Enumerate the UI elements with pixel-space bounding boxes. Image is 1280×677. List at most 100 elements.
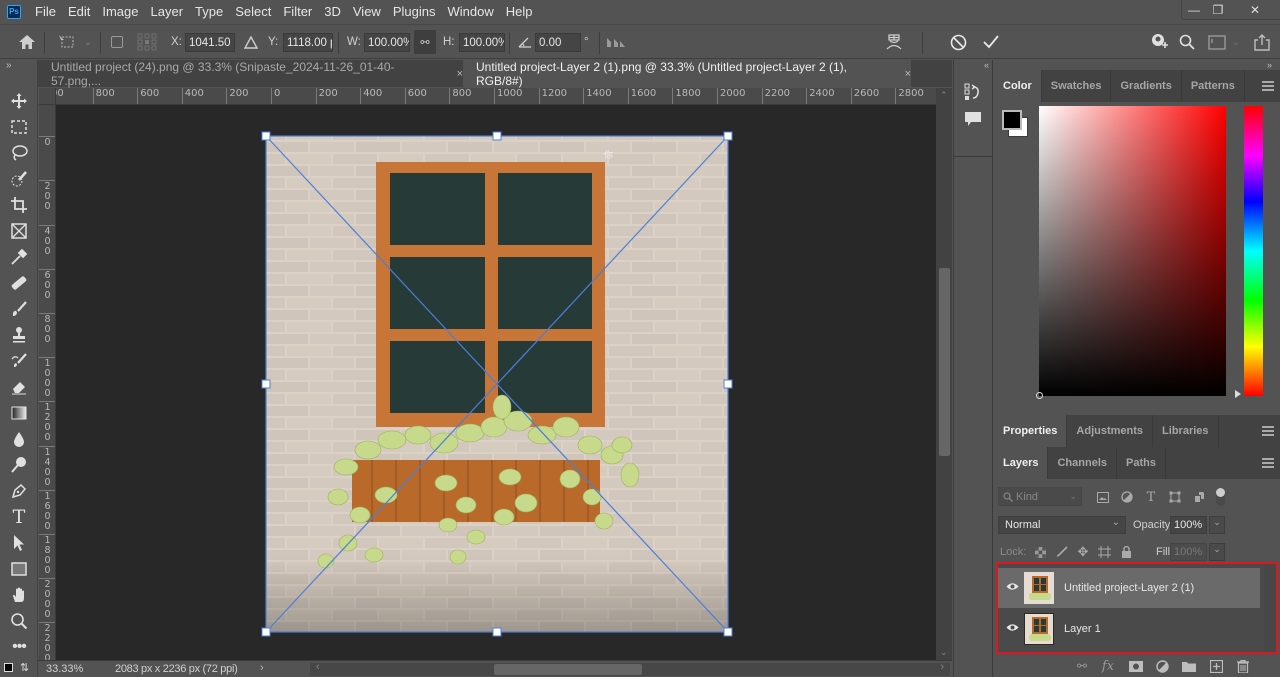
zoom-level[interactable]: 33.33% <box>46 663 83 675</box>
close-tab-icon[interactable]: × <box>905 68 911 80</box>
x-position-input[interactable]: 1041.50 p <box>185 32 235 52</box>
transform-handle-top-left[interactable] <box>261 131 271 141</box>
quick-selection-tool[interactable] <box>8 168 30 190</box>
fill-dropdown[interactable]: ⌄ <box>1209 543 1225 561</box>
tab-paths[interactable]: Paths <box>1117 447 1166 479</box>
new-group-button[interactable] <box>1180 657 1198 675</box>
menu-layer[interactable]: Layer <box>145 0 190 24</box>
healing-brush-tool[interactable] <box>8 272 30 294</box>
warp-button[interactable] <box>884 25 904 59</box>
interpolation-button[interactable] <box>606 25 626 59</box>
menu-file[interactable]: File <box>29 0 62 24</box>
tab-swatches[interactable]: Swatches <box>1042 70 1112 102</box>
close-button[interactable]: ✕ <box>1230 0 1280 20</box>
lock-position[interactable]: ✥ <box>1074 543 1092 561</box>
cancel-transform-button[interactable] <box>950 25 967 59</box>
tab-untitled-project-layer-2[interactable]: Untitled project-Layer 2 (1).png @ 33.3%… <box>463 60 911 88</box>
blend-mode-select[interactable]: Normal ⌄ <box>998 516 1126 534</box>
comments-panel-button[interactable] <box>964 111 982 130</box>
type-tool[interactable]: T <box>8 506 30 528</box>
layer-row-selected[interactable]: Untitled project-Layer 2 (1) <box>998 568 1260 608</box>
vertical-scrollbar[interactable]: ⌃ ⌄ <box>936 88 952 660</box>
menu-view[interactable]: View <box>347 0 387 24</box>
scroll-left-icon[interactable]: ‹ <box>316 661 320 673</box>
transform-handle-bottom[interactable] <box>492 627 502 637</box>
tab-gradients[interactable]: Gradients <box>1111 70 1182 102</box>
history-panel-button[interactable] <box>964 83 982 104</box>
transform-handle-left[interactable] <box>261 379 271 389</box>
tab-color[interactable]: Color <box>994 70 1042 102</box>
menu-select[interactable]: Select <box>229 0 277 24</box>
search-button[interactable] <box>1179 25 1195 59</box>
vertical-scroll-thumb[interactable] <box>939 268 950 456</box>
status-menu-arrow[interactable]: › <box>260 662 264 674</box>
gradient-tool[interactable] <box>8 402 30 424</box>
tab-untitled-project-24[interactable]: Untitled project (24).png @ 33.3% (Snipa… <box>38 60 463 88</box>
pen-tool[interactable] <box>8 480 30 502</box>
ruler-origin[interactable] <box>39 88 56 105</box>
menu-plugins[interactable]: Plugins <box>387 0 442 24</box>
fill-input[interactable]: 100% <box>1170 543 1207 561</box>
collapse-dock-icon[interactable]: « <box>957 60 991 71</box>
filter-pixel-layers[interactable] <box>1094 488 1112 506</box>
visibility-eye-icon[interactable] <box>1006 623 1019 632</box>
eyedropper-tool[interactable] <box>8 246 30 268</box>
swap-colors-icon[interactable]: ⇅ <box>20 661 29 674</box>
move-tool[interactable] <box>8 90 30 112</box>
canvas-area[interactable]: 你 <box>56 105 936 660</box>
filter-adjustment-layers[interactable] <box>1118 488 1136 506</box>
y-position-input[interactable]: 1118.00 p <box>283 32 333 52</box>
add-mask-button[interactable] <box>1127 657 1145 675</box>
reference-point-grid[interactable] <box>137 25 157 59</box>
link-button[interactable]: ⚯ <box>414 30 436 54</box>
expand-toolbox-icon[interactable]: » <box>6 60 12 71</box>
layers-scrollbar[interactable] <box>1264 564 1276 652</box>
crop-tool[interactable] <box>8 194 30 216</box>
horizontal-scroll-thumb[interactable] <box>494 664 642 675</box>
transform-handle-bottom-left[interactable] <box>261 627 271 637</box>
layer-row[interactable]: Layer 1 <box>998 609 1260 649</box>
link-layers-button[interactable]: ⚯ <box>1073 657 1091 675</box>
new-layer-button[interactable] <box>1207 657 1225 675</box>
relative-position-toggle[interactable] <box>244 25 258 59</box>
opacity-dropdown[interactable]: ⌄ <box>1209 516 1225 534</box>
hue-slider[interactable] <box>1244 106 1263 396</box>
expand-panels-icon[interactable]: » <box>1267 60 1272 70</box>
lock-transparent-pixels[interactable] <box>1031 543 1049 561</box>
visibility-eye-icon[interactable] <box>1006 582 1019 591</box>
transform-handle-right[interactable] <box>723 379 733 389</box>
commit-transform-button[interactable] <box>982 25 1000 59</box>
menu-image[interactable]: Image <box>96 0 144 24</box>
filter-toggle[interactable] <box>1216 488 1225 506</box>
filter-type-layers[interactable]: T <box>1142 488 1160 506</box>
zoom-tool[interactable] <box>8 610 30 632</box>
opacity-input[interactable]: 100% <box>1170 516 1207 534</box>
layer-filter-kind[interactable]: Kind ⌄ <box>998 487 1082 506</box>
color-panel-menu-icon[interactable] <box>1262 81 1274 91</box>
blur-tool[interactable] <box>8 428 30 450</box>
hand-tool[interactable] <box>8 584 30 606</box>
layers-panel-menu-icon[interactable] <box>1262 458 1274 468</box>
tab-patterns[interactable]: Patterns <box>1182 70 1245 102</box>
marquee-tool[interactable] <box>8 116 30 138</box>
filter-shape-layers[interactable] <box>1166 488 1184 506</box>
menu-type[interactable]: Type <box>189 0 229 24</box>
properties-panel-menu-icon[interactable] <box>1262 426 1274 436</box>
default-colors-icon[interactable] <box>4 663 13 672</box>
eraser-tool[interactable] <box>8 376 30 398</box>
history-brush-tool[interactable] <box>8 350 30 372</box>
share-button[interactable] <box>1254 25 1270 59</box>
lock-all[interactable] <box>1117 543 1135 561</box>
width-input[interactable]: 100.00% <box>364 32 410 52</box>
color-picker-field[interactable] <box>1036 106 1226 399</box>
delete-layer-button[interactable] <box>1234 657 1252 675</box>
tab-adjustments[interactable]: Adjustments <box>1067 415 1154 447</box>
add-layer-style-button[interactable]: fx <box>1099 657 1117 675</box>
scroll-right-icon[interactable]: › <box>940 661 944 673</box>
transform-handle-top[interactable] <box>492 131 502 141</box>
tab-libraries[interactable]: Libraries <box>1153 415 1219 447</box>
restore-button[interactable]: ❐ <box>1206 0 1230 20</box>
path-selection-tool[interactable] <box>8 532 30 554</box>
document-canvas[interactable]: 你 <box>56 105 936 660</box>
filter-smart-objects[interactable] <box>1190 488 1208 506</box>
